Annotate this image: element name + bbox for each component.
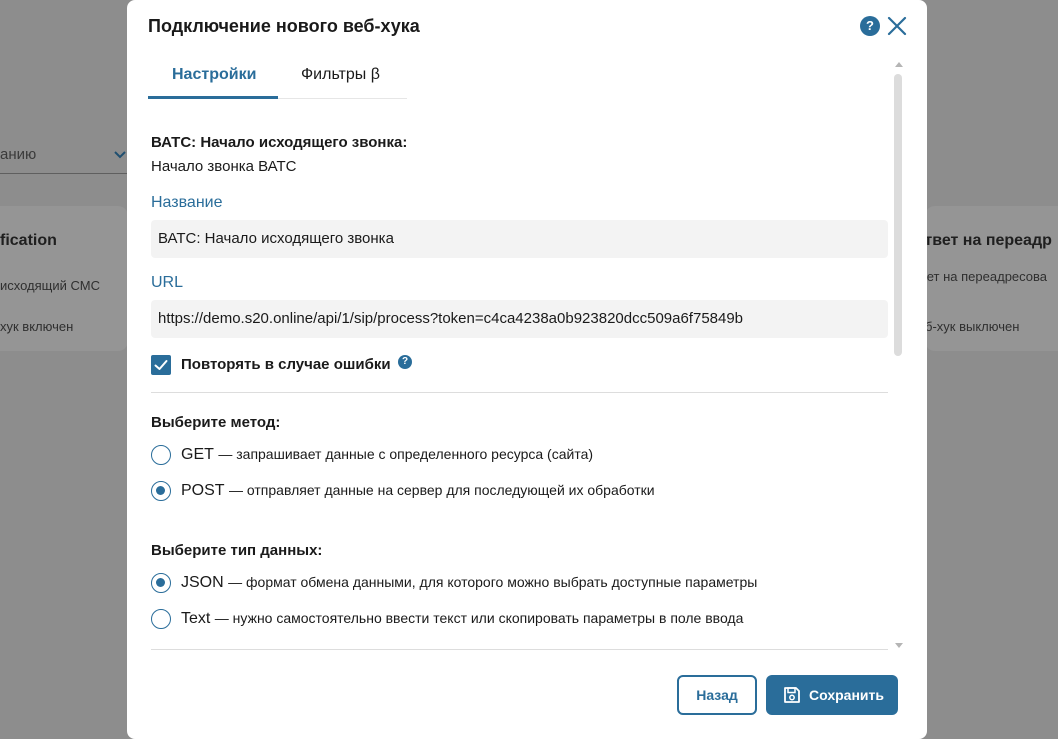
data-type-title: Выберите тип данных: — [151, 542, 323, 559]
background-card-line: б-хук выключен — [925, 319, 1020, 334]
radio-option-name: GET — [181, 446, 214, 463]
method-title: Выберите метод: — [151, 414, 281, 431]
background-card-title: ответ на переадр — [915, 232, 1052, 249]
divider — [151, 649, 888, 650]
scroll-down-icon[interactable] — [895, 643, 903, 648]
tab-settings[interactable]: Настройки — [172, 66, 256, 84]
checkmark-icon — [154, 360, 168, 370]
background-card-title: fication — [0, 232, 57, 249]
name-field-label: Название — [151, 194, 223, 211]
radio-get[interactable] — [151, 445, 171, 465]
tab-filters[interactable]: Фильтры β — [301, 66, 380, 84]
radio-option-desc: — формат обмена данными, для которого мо… — [228, 574, 758, 590]
event-value: Начало звонка ВАТС — [151, 158, 297, 175]
background-card-line: хук включен — [0, 319, 74, 334]
radio-get-label[interactable]: GET — запрашивает данные с определенного… — [181, 446, 593, 464]
scroll-up-icon[interactable] — [895, 62, 903, 67]
radio-json[interactable] — [151, 573, 171, 593]
url-field-label: URL — [151, 274, 184, 291]
radio-text-label[interactable]: Text — нужно самостоятельно ввести текст… — [181, 610, 743, 628]
save-button-label: Сохранить — [809, 687, 884, 703]
background-card-left: fication исходящий СМС хук включен — [0, 206, 128, 351]
radio-post-label[interactable]: POST — отправляет данные на сервер для п… — [181, 482, 655, 500]
active-tab-indicator — [148, 96, 278, 99]
radio-option-name: JSON — [181, 574, 224, 591]
radio-json-label[interactable]: JSON — формат обмена данными, для которо… — [181, 574, 757, 592]
radio-text[interactable] — [151, 609, 171, 629]
back-button[interactable]: Назад — [677, 675, 757, 715]
save-button[interactable]: Сохранить — [766, 675, 898, 715]
radio-option-name: Text — [181, 610, 211, 627]
background-select: анию — [0, 136, 135, 174]
tab-bar: Настройки Фильтры β — [148, 52, 407, 99]
background-card-line: исходящий СМС — [0, 278, 100, 293]
radio-option-desc: — запрашивает данные с определенного рес… — [218, 446, 594, 462]
radio-post[interactable] — [151, 481, 171, 501]
radio-option-name: POST — [181, 482, 225, 499]
radio-option-desc: — нужно самостоятельно ввести текст или … — [214, 610, 744, 626]
retry-checkbox-label[interactable]: Повторять в случае ошибки — [181, 356, 391, 373]
floppy-disk-icon — [784, 687, 800, 703]
background-select-text: анию — [0, 146, 37, 163]
webhook-modal: Подключение нового веб-хука ? Настройки … — [127, 0, 927, 739]
retry-checkbox[interactable] — [151, 355, 171, 375]
background-card-right: ответ на переадр вет на переадресова б-х… — [915, 206, 1058, 351]
name-input[interactable]: ВАТС: Начало исходящего звонка — [151, 220, 888, 258]
scrollbar[interactable] — [892, 58, 904, 650]
chevron-down-icon — [114, 151, 126, 159]
scroll-thumb[interactable] — [894, 74, 902, 356]
divider — [151, 392, 888, 393]
modal-title: Подключение нового веб-хука — [148, 16, 420, 36]
background-card-line: вет на переадресова — [920, 269, 1048, 284]
help-icon[interactable]: ? — [860, 16, 880, 36]
event-label: ВАТС: Начало исходящего звонка: — [151, 134, 408, 151]
close-icon[interactable] — [886, 15, 908, 37]
retry-help-icon[interactable]: ? — [398, 355, 412, 369]
radio-option-desc: — отправляет данные на сервер для послед… — [229, 482, 655, 498]
url-input[interactable]: https://demo.s20.online/api/1/sip/proces… — [151, 300, 888, 338]
